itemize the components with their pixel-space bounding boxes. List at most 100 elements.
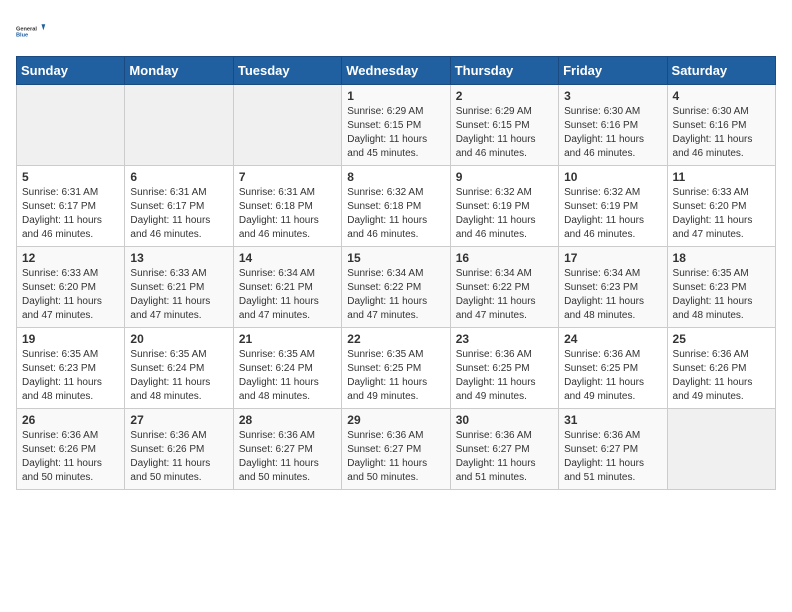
calendar-cell: 7 Sunrise: 6:31 AM Sunset: 6:18 PM Daylig… (233, 166, 341, 247)
day-header-wednesday: Wednesday (342, 57, 450, 85)
calendar-week-row: 5 Sunrise: 6:31 AM Sunset: 6:17 PM Daylig… (17, 166, 776, 247)
day-info: Sunrise: 6:34 AM Sunset: 6:21 PM Dayligh… (239, 267, 336, 323)
calendar-cell: 12 Sunrise: 6:33 AM Sunset: 6:20 PM Dayli… (17, 247, 125, 328)
calendar-cell: 3 Sunrise: 6:30 AM Sunset: 6:16 PM Daylig… (559, 85, 667, 166)
day-info: Sunrise: 6:29 AM Sunset: 6:15 PM Dayligh… (456, 105, 553, 161)
day-info: Sunrise: 6:29 AM Sunset: 6:15 PM Dayligh… (347, 105, 444, 161)
calendar-cell: 6 Sunrise: 6:31 AM Sunset: 6:17 PM Daylig… (125, 166, 233, 247)
day-info: Sunrise: 6:31 AM Sunset: 6:18 PM Dayligh… (239, 186, 336, 242)
day-info: Sunrise: 6:35 AM Sunset: 6:24 PM Dayligh… (130, 348, 227, 404)
day-info: Sunrise: 6:31 AM Sunset: 6:17 PM Dayligh… (22, 186, 119, 242)
day-number: 22 (347, 332, 444, 346)
day-header-thursday: Thursday (450, 57, 558, 85)
calendar-cell: 10Sunrise: 6:32 AM Sunset: 6:19 PM Dayli… (559, 166, 667, 247)
day-number: 19 (22, 332, 119, 346)
calendar-cell: 23Sunrise: 6:36 AM Sunset: 6:25 PM Dayli… (450, 328, 558, 409)
day-number: 9 (456, 170, 553, 184)
calendar-week-row: 26Sunrise: 6:36 AM Sunset: 6:26 PM Dayli… (17, 409, 776, 490)
calendar-cell (233, 85, 341, 166)
calendar-week-row: 1 Sunrise: 6:29 AM Sunset: 6:15 PM Daylig… (17, 85, 776, 166)
calendar-cell: 22 Sunrise: 6:35 AM Sunset: 6:25 PM Dayli… (342, 328, 450, 409)
calendar-cell: 28 Sunrise: 6:36 AM Sunset: 6:27 PM Dayli… (233, 409, 341, 490)
calendar-cell: 13 Sunrise: 6:33 AM Sunset: 6:21 PM Dayli… (125, 247, 233, 328)
calendar-cell (667, 409, 775, 490)
day-info: Sunrise: 6:36 AM Sunset: 6:27 PM Dayligh… (239, 429, 336, 485)
day-number: 1 (347, 89, 444, 103)
day-info: Sunrise: 6:30 AM Sunset: 6:16 PM Dayligh… (564, 105, 661, 161)
day-number: 8 (347, 170, 444, 184)
day-number: 7 (239, 170, 336, 184)
page-header: GeneralBlue (16, 16, 776, 46)
day-info: Sunrise: 6:36 AM Sunset: 6:26 PM Dayligh… (130, 429, 227, 485)
calendar-cell: 19 Sunrise: 6:35 AM Sunset: 6:23 PM Dayli… (17, 328, 125, 409)
day-info: Sunrise: 6:31 AM Sunset: 6:17 PM Dayligh… (130, 186, 227, 242)
day-info: Sunrise: 6:36 AM Sunset: 6:26 PM Dayligh… (22, 429, 119, 485)
day-info: Sunrise: 6:30 AM Sunset: 6:16 PM Dayligh… (673, 105, 770, 161)
day-info: Sunrise: 6:36 AM Sunset: 6:27 PM Dayligh… (564, 429, 661, 485)
day-info: Sunrise: 6:35 AM Sunset: 6:23 PM Dayligh… (673, 267, 770, 323)
day-info: Sunrise: 6:35 AM Sunset: 6:25 PM Dayligh… (347, 348, 444, 404)
day-number: 4 (673, 89, 770, 103)
day-number: 30 (456, 413, 553, 427)
day-number: 27 (130, 413, 227, 427)
calendar-cell: 21Sunrise: 6:35 AM Sunset: 6:24 PM Dayli… (233, 328, 341, 409)
calendar-cell (17, 85, 125, 166)
calendar-cell: 25 Sunrise: 6:36 AM Sunset: 6:26 PM Dayli… (667, 328, 775, 409)
day-info: Sunrise: 6:36 AM Sunset: 6:25 PM Dayligh… (564, 348, 661, 404)
day-number: 16 (456, 251, 553, 265)
day-number: 28 (239, 413, 336, 427)
calendar-cell: 18 Sunrise: 6:35 AM Sunset: 6:23 PM Dayli… (667, 247, 775, 328)
calendar-cell: 4 Sunrise: 6:30 AM Sunset: 6:16 PM Daylig… (667, 85, 775, 166)
calendar-cell: 31 Sunrise: 6:36 AM Sunset: 6:27 PM Dayli… (559, 409, 667, 490)
calendar-week-row: 12 Sunrise: 6:33 AM Sunset: 6:20 PM Dayli… (17, 247, 776, 328)
day-info: Sunrise: 6:34 AM Sunset: 6:22 PM Dayligh… (456, 267, 553, 323)
calendar-cell: 16 Sunrise: 6:34 AM Sunset: 6:22 PM Dayli… (450, 247, 558, 328)
logo: GeneralBlue (16, 16, 46, 46)
day-number: 13 (130, 251, 227, 265)
day-header-saturday: Saturday (667, 57, 775, 85)
day-info: Sunrise: 6:33 AM Sunset: 6:21 PM Dayligh… (130, 267, 227, 323)
calendar-cell: 11 Sunrise: 6:33 AM Sunset: 6:20 PM Dayli… (667, 166, 775, 247)
day-header-sunday: Sunday (17, 57, 125, 85)
day-number: 18 (673, 251, 770, 265)
day-number: 6 (130, 170, 227, 184)
day-number: 15 (347, 251, 444, 265)
day-info: Sunrise: 6:34 AM Sunset: 6:23 PM Dayligh… (564, 267, 661, 323)
calendar-cell (125, 85, 233, 166)
calendar-cell: 17Sunrise: 6:34 AM Sunset: 6:23 PM Dayli… (559, 247, 667, 328)
day-info: Sunrise: 6:32 AM Sunset: 6:19 PM Dayligh… (564, 186, 661, 242)
day-number: 3 (564, 89, 661, 103)
calendar-week-row: 19 Sunrise: 6:35 AM Sunset: 6:23 PM Dayli… (17, 328, 776, 409)
day-number: 5 (22, 170, 119, 184)
day-header-friday: Friday (559, 57, 667, 85)
day-number: 11 (673, 170, 770, 184)
day-number: 23 (456, 332, 553, 346)
day-number: 29 (347, 413, 444, 427)
svg-text:Blue: Blue (16, 33, 28, 39)
day-info: Sunrise: 6:35 AM Sunset: 6:24 PM Dayligh… (239, 348, 336, 404)
svg-text:General: General (16, 26, 37, 32)
day-number: 14 (239, 251, 336, 265)
calendar-cell: 14 Sunrise: 6:34 AM Sunset: 6:21 PM Dayli… (233, 247, 341, 328)
day-number: 20 (130, 332, 227, 346)
day-info: Sunrise: 6:34 AM Sunset: 6:22 PM Dayligh… (347, 267, 444, 323)
day-header-tuesday: Tuesday (233, 57, 341, 85)
day-info: Sunrise: 6:33 AM Sunset: 6:20 PM Dayligh… (673, 186, 770, 242)
calendar-cell: 5 Sunrise: 6:31 AM Sunset: 6:17 PM Daylig… (17, 166, 125, 247)
calendar-cell: 2Sunrise: 6:29 AM Sunset: 6:15 PM Daylig… (450, 85, 558, 166)
day-number: 25 (673, 332, 770, 346)
calendar-cell: 20 Sunrise: 6:35 AM Sunset: 6:24 PM Dayli… (125, 328, 233, 409)
day-info: Sunrise: 6:32 AM Sunset: 6:19 PM Dayligh… (456, 186, 553, 242)
calendar-cell: 26Sunrise: 6:36 AM Sunset: 6:26 PM Dayli… (17, 409, 125, 490)
day-number: 31 (564, 413, 661, 427)
day-info: Sunrise: 6:36 AM Sunset: 6:27 PM Dayligh… (347, 429, 444, 485)
day-info: Sunrise: 6:33 AM Sunset: 6:20 PM Dayligh… (22, 267, 119, 323)
calendar-cell: 1 Sunrise: 6:29 AM Sunset: 6:15 PM Daylig… (342, 85, 450, 166)
calendar-cell: 24 Sunrise: 6:36 AM Sunset: 6:25 PM Dayli… (559, 328, 667, 409)
day-info: Sunrise: 6:32 AM Sunset: 6:18 PM Dayligh… (347, 186, 444, 242)
day-info: Sunrise: 6:36 AM Sunset: 6:26 PM Dayligh… (673, 348, 770, 404)
day-info: Sunrise: 6:35 AM Sunset: 6:23 PM Dayligh… (22, 348, 119, 404)
day-header-monday: Monday (125, 57, 233, 85)
day-number: 12 (22, 251, 119, 265)
day-number: 24 (564, 332, 661, 346)
